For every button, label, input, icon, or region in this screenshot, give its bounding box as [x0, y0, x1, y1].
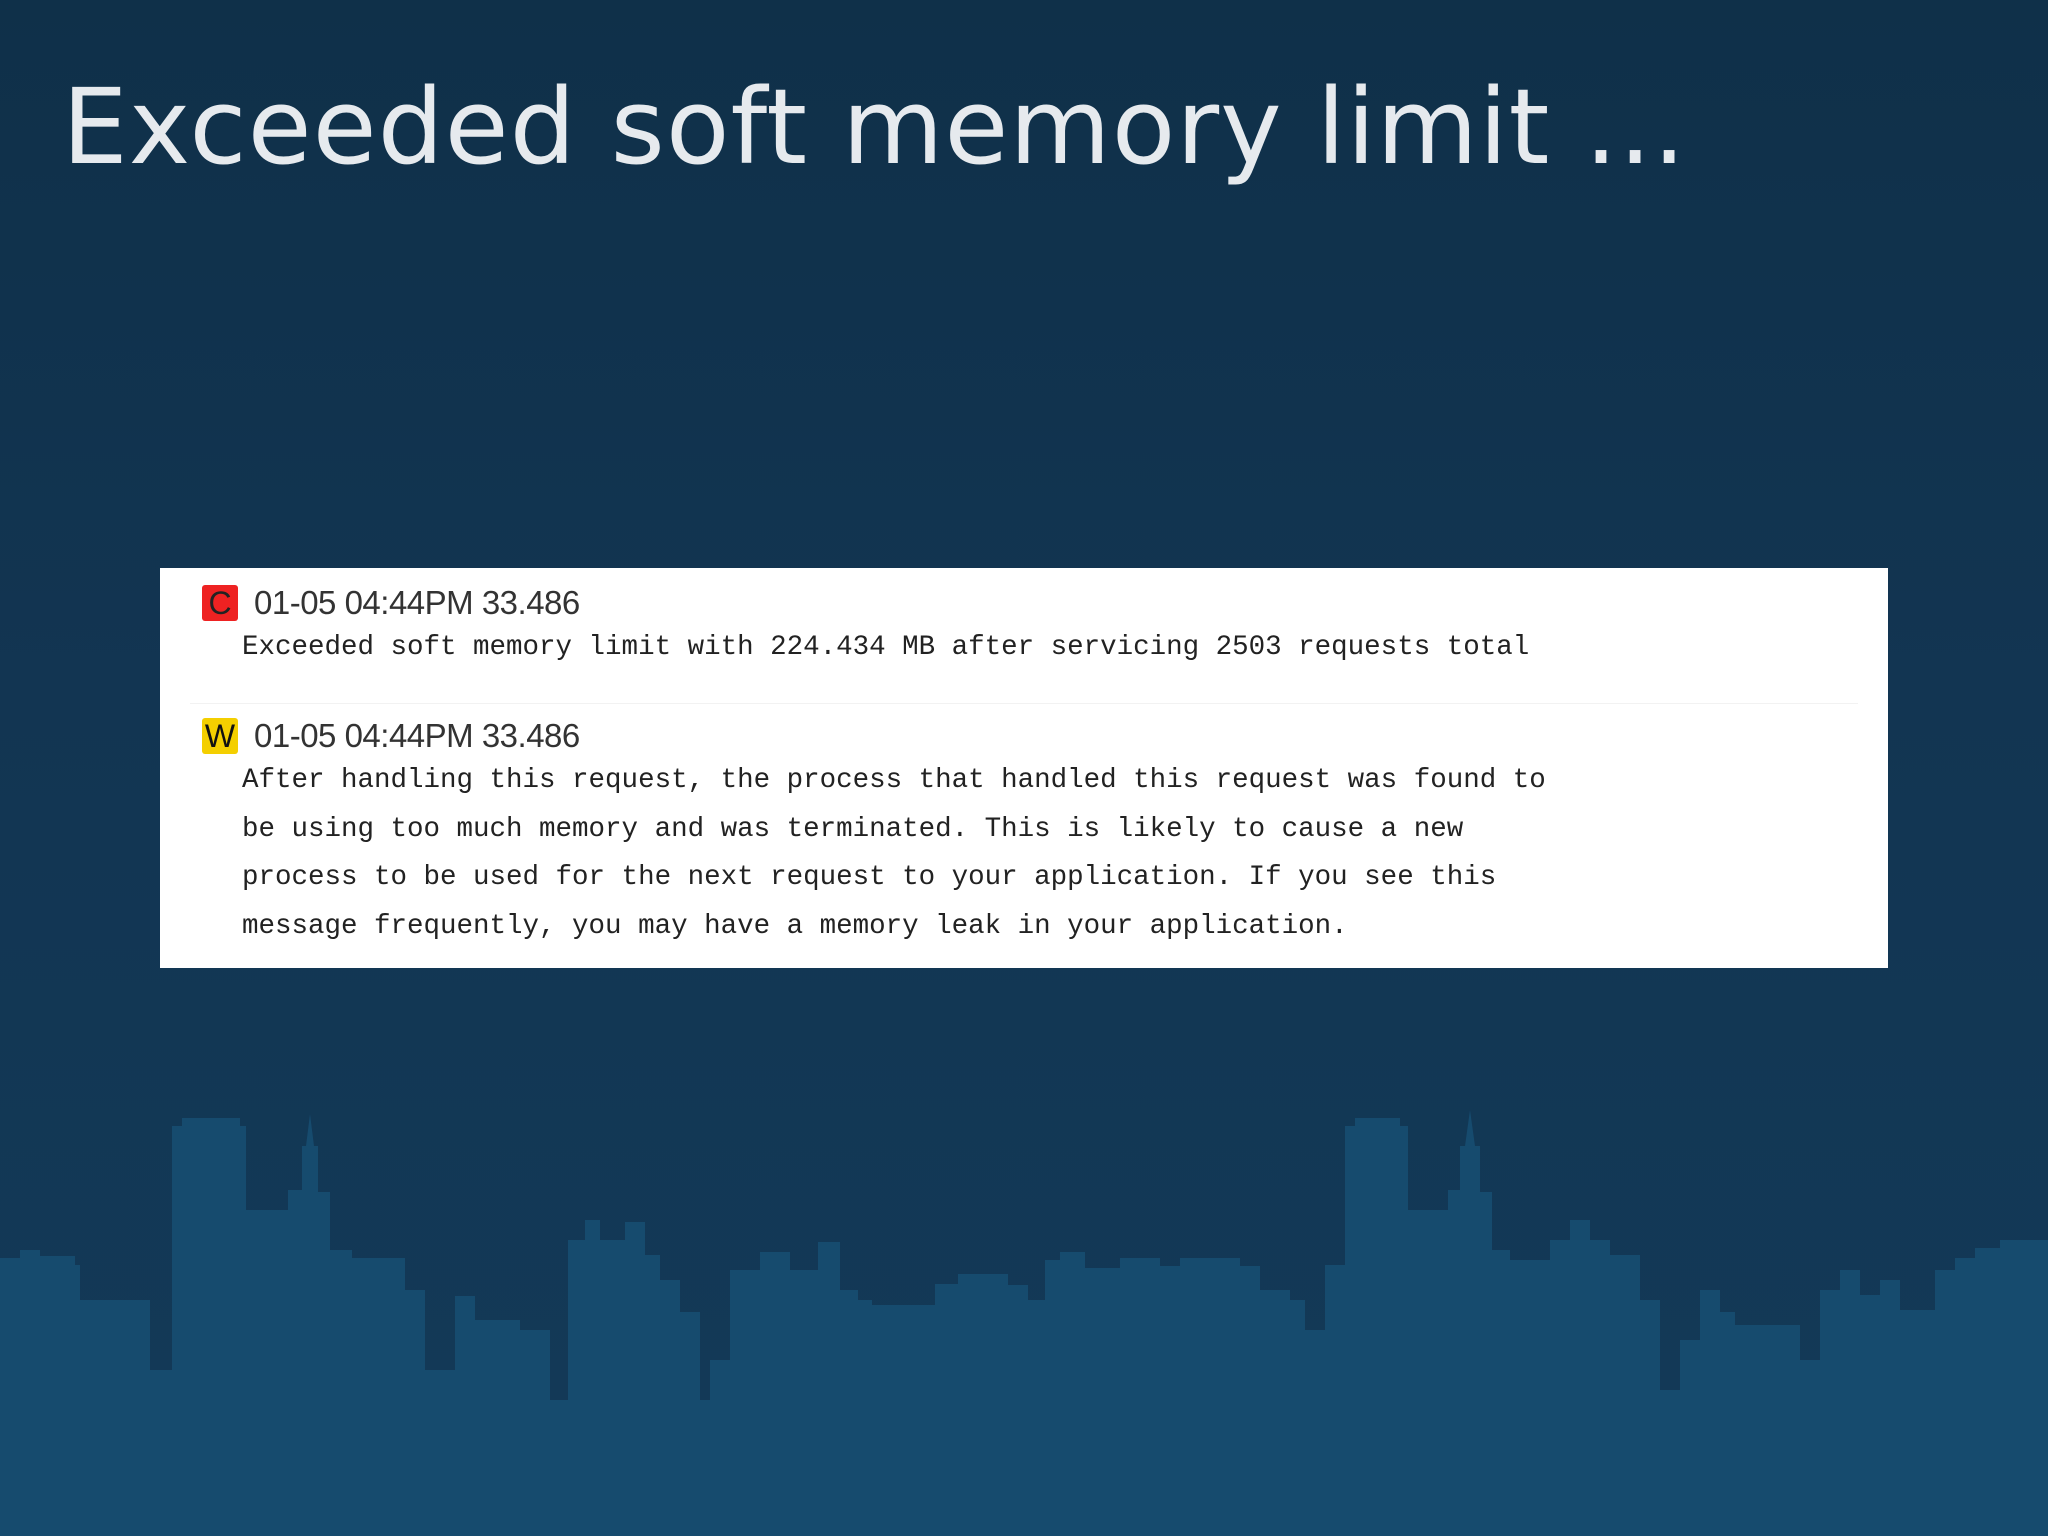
city-skyline-graphic: [0, 1110, 2048, 1536]
log-entry-header: W 01-05 04:44PM 33.486: [202, 715, 1868, 757]
log-message-line: be using too much memory and was termina…: [242, 813, 1464, 845]
log-entry[interactable]: W 01-05 04:44PM 33.486 After handling th…: [202, 715, 1868, 951]
log-entry-header: C 01-05 04:44PM 33.486: [202, 582, 1868, 624]
log-message: Exceeded soft memory limit with 224.434 …: [202, 624, 1868, 673]
log-message: After handling this request, the process…: [202, 757, 1868, 951]
log-message-line: After handling this request, the process…: [242, 765, 1546, 796]
log-entry[interactable]: C 01-05 04:44PM 33.486 Exceeded soft mem…: [202, 582, 1868, 673]
log-message-line: process to be used for the next request …: [242, 862, 1497, 893]
log-message-line: message frequently, you may have a memor…: [242, 910, 1348, 942]
warning-severity-icon: W: [202, 718, 238, 754]
entry-divider: [190, 703, 1858, 704]
critical-severity-icon: C: [202, 585, 238, 621]
log-timestamp: 01-05 04:44PM 33.486: [254, 584, 580, 621]
log-timestamp: 01-05 04:44PM 33.486: [254, 717, 580, 754]
log-message-line: Exceeded soft memory limit with 224.434 …: [242, 632, 1530, 663]
log-panel: C 01-05 04:44PM 33.486 Exceeded soft mem…: [160, 568, 1888, 968]
slide-title: Exceeded soft memory limit ...: [62, 66, 1687, 188]
